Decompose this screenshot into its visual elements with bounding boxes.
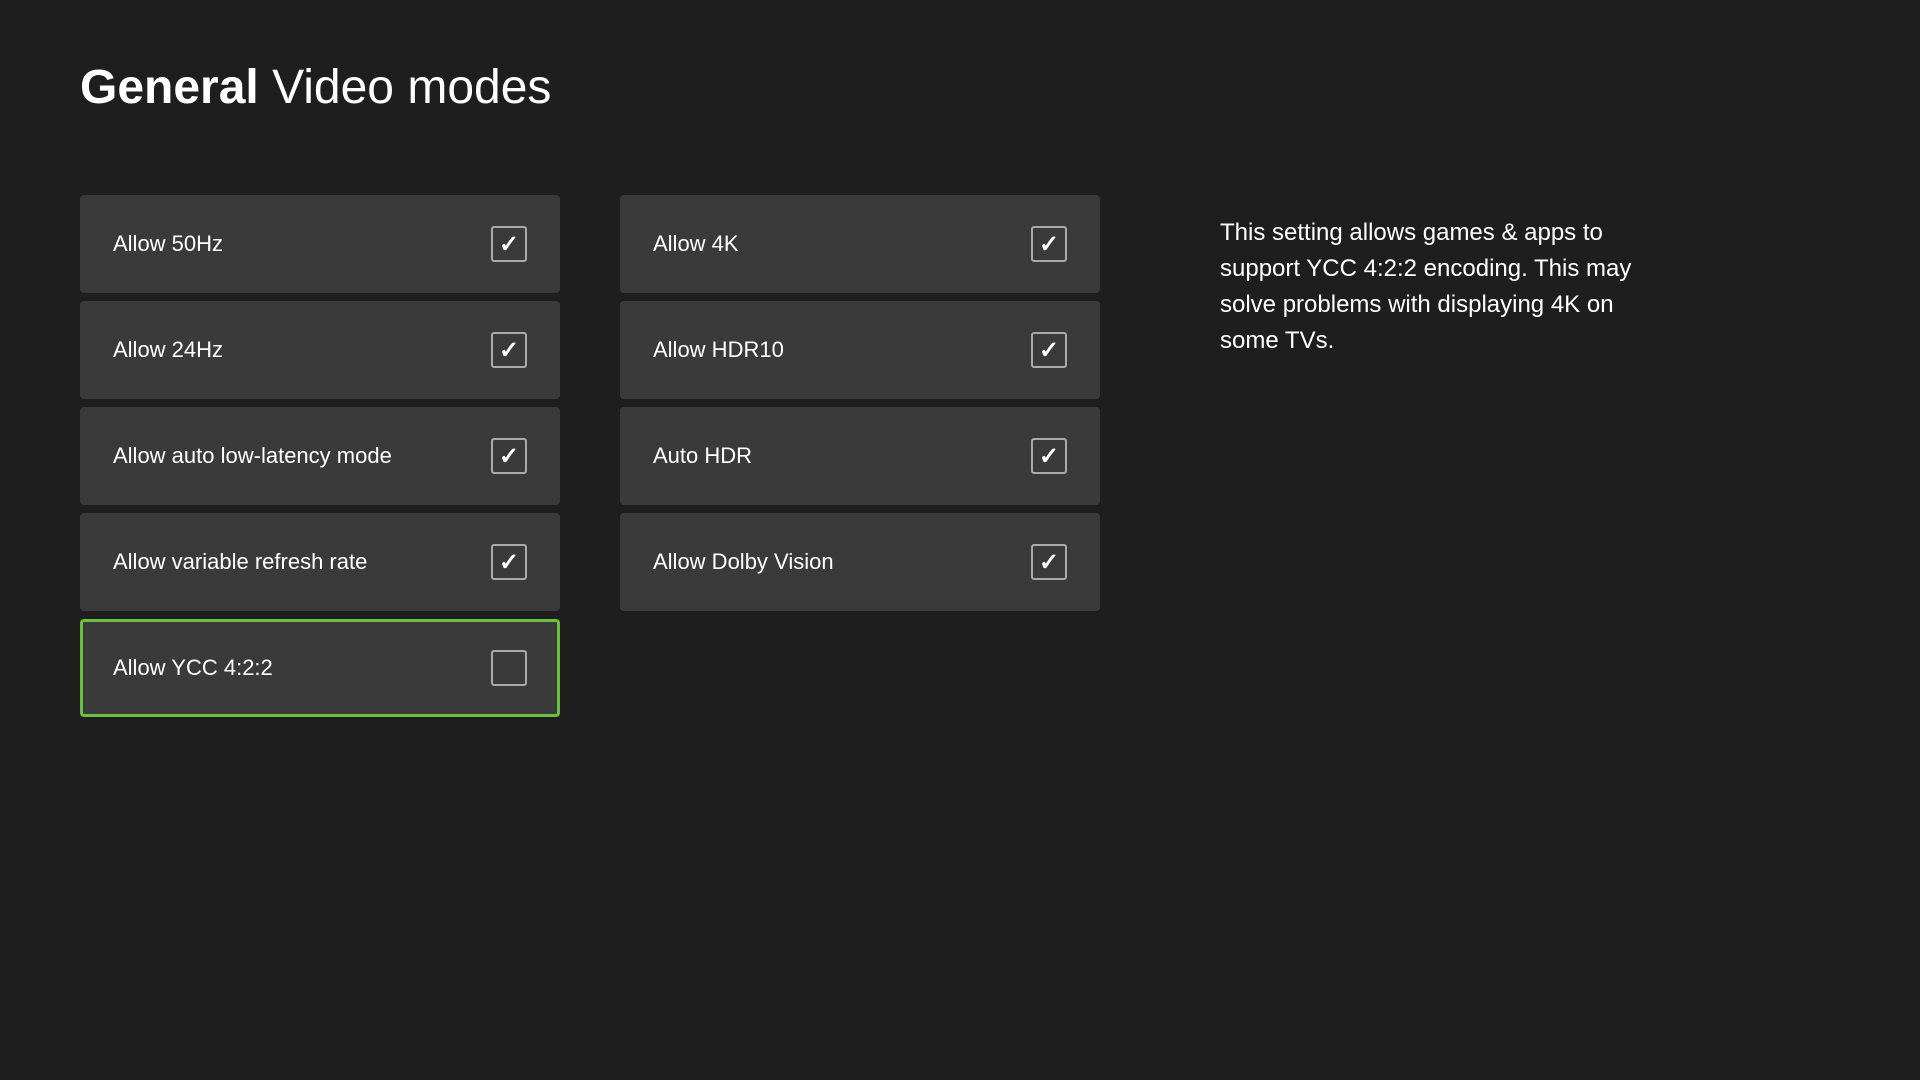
checkbox-allow-4k[interactable] [1031, 226, 1067, 262]
checkbox-allow-variable-refresh-rate[interactable] [491, 544, 527, 580]
content-area: Allow 50Hz Allow 24Hz Allow auto low-laten… [80, 195, 1840, 717]
setting-item-allow-variable-refresh-rate[interactable]: Allow variable refresh rate [80, 513, 560, 611]
setting-item-allow-24hz[interactable]: Allow 24Hz [80, 301, 560, 399]
checkbox-allow-auto-low-latency[interactable] [491, 438, 527, 474]
page-title-strong: General [80, 61, 259, 114]
info-panel: This setting allows games & apps to supp… [1220, 195, 1640, 379]
checkbox-allow-50hz[interactable] [491, 226, 527, 262]
checkbox-allow-ycc-422[interactable] [491, 650, 527, 686]
setting-item-allow-4k[interactable]: Allow 4K [620, 195, 1100, 293]
info-text: This setting allows games & apps to supp… [1220, 215, 1640, 359]
setting-label-allow-hdr10: Allow HDR10 [653, 337, 784, 363]
setting-item-allow-auto-low-latency[interactable]: Allow auto low-latency mode [80, 407, 560, 505]
setting-label-allow-ycc-422: Allow YCC 4:2:2 [113, 655, 273, 681]
setting-item-allow-50hz[interactable]: Allow 50Hz [80, 195, 560, 293]
setting-label-allow-variable-refresh-rate: Allow variable refresh rate [113, 549, 367, 575]
setting-item-auto-hdr[interactable]: Auto HDR [620, 407, 1100, 505]
checkbox-auto-hdr[interactable] [1031, 438, 1067, 474]
setting-item-allow-hdr10[interactable]: Allow HDR10 [620, 301, 1100, 399]
setting-item-allow-ycc-422[interactable]: Allow YCC 4:2:2 [80, 619, 560, 717]
setting-label-auto-hdr: Auto HDR [653, 443, 752, 469]
right-column: Allow 4K Allow HDR10 Auto HDR Allow Dolby V… [620, 195, 1100, 611]
page-title: General Video modes [80, 60, 1840, 115]
setting-item-allow-dolby-vision[interactable]: Allow Dolby Vision [620, 513, 1100, 611]
checkbox-allow-24hz[interactable] [491, 332, 527, 368]
setting-label-allow-4k: Allow 4K [653, 231, 739, 257]
setting-label-allow-24hz: Allow 24Hz [113, 337, 223, 363]
setting-label-allow-dolby-vision: Allow Dolby Vision [653, 549, 834, 575]
setting-label-allow-50hz: Allow 50Hz [113, 231, 223, 257]
checkbox-allow-dolby-vision[interactable] [1031, 544, 1067, 580]
page-title-light: Video modes [259, 61, 552, 114]
checkbox-allow-hdr10[interactable] [1031, 332, 1067, 368]
left-column: Allow 50Hz Allow 24Hz Allow auto low-laten… [80, 195, 560, 717]
page-container: General Video modes Allow 50Hz Allow 24Hz… [0, 0, 1920, 1080]
setting-label-allow-auto-low-latency: Allow auto low-latency mode [113, 443, 392, 469]
